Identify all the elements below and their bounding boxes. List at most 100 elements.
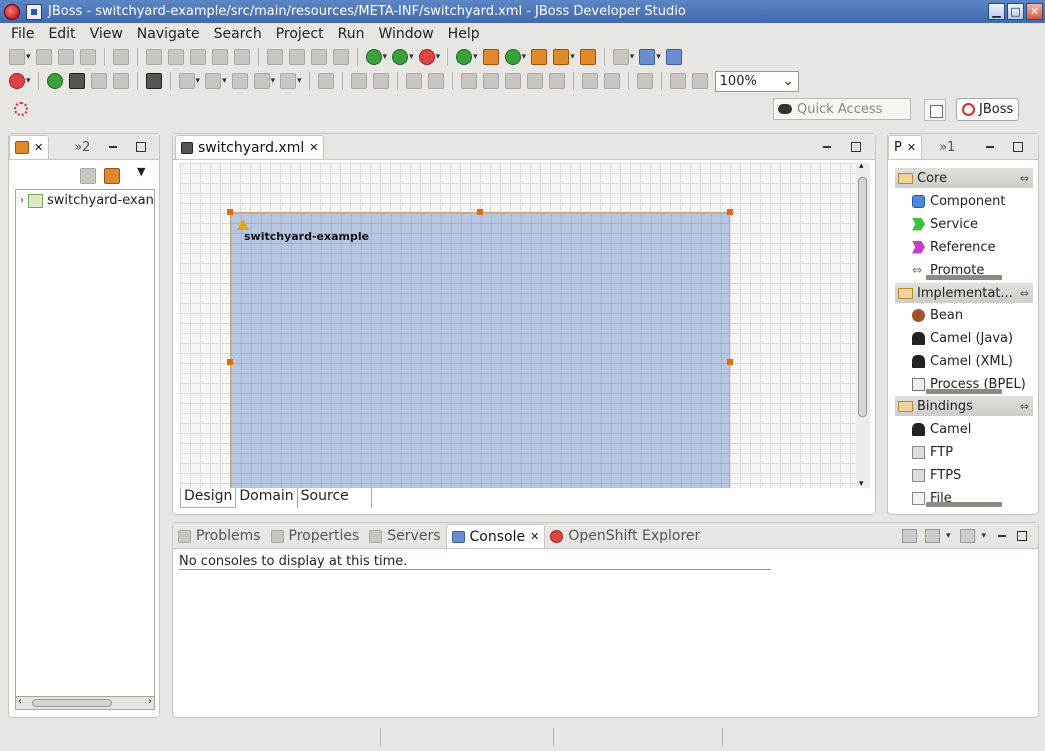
scrollbar-thumb[interactable] bbox=[32, 699, 112, 707]
tab-project-explorer[interactable]: ✕ bbox=[9, 135, 50, 159]
menu-navigate[interactable]: Navigate bbox=[130, 26, 207, 42]
palette-entry-ftps[interactable]: FTPS bbox=[912, 465, 961, 485]
expand-arrow-icon[interactable]: › bbox=[20, 195, 24, 206]
tab-source[interactable]: Source bbox=[298, 488, 372, 508]
debug-dropdown-icon[interactable]: ▾ bbox=[383, 52, 388, 62]
tab-overflow[interactable]: »1 bbox=[934, 135, 960, 159]
design-canvas[interactable]: switchyard-example bbox=[180, 163, 856, 488]
plugin-dropdown-icon[interactable]: ▾ bbox=[570, 52, 575, 62]
align-icon[interactable] bbox=[145, 49, 162, 65]
drawer-core[interactable]: Core ⇔ bbox=[895, 168, 1033, 188]
back-dropdown-icon[interactable]: ▾ bbox=[271, 76, 276, 86]
last-edit-icon[interactable] bbox=[231, 73, 248, 89]
toggle-icon[interactable] bbox=[233, 49, 250, 65]
composite-label[interactable]: switchyard-example bbox=[244, 230, 369, 243]
maximize-icon[interactable] bbox=[135, 141, 147, 153]
mobile-preview-icon[interactable] bbox=[145, 73, 162, 89]
drawer-bindings[interactable]: Bindings ⇔ bbox=[895, 396, 1033, 416]
align-right-icon[interactable] bbox=[504, 73, 521, 89]
magnet-icon[interactable] bbox=[9, 73, 25, 89]
maximize-icon[interactable] bbox=[850, 141, 862, 153]
debug-server-icon[interactable] bbox=[68, 73, 85, 89]
forward-icon[interactable] bbox=[280, 73, 297, 89]
minimize-icon[interactable] bbox=[984, 141, 996, 153]
tab-properties[interactable]: Properties bbox=[266, 524, 365, 548]
maximize-icon[interactable] bbox=[1016, 530, 1028, 542]
magnet-dropdown-icon[interactable]: ▾ bbox=[26, 76, 31, 86]
scroll-right-icon[interactable]: › bbox=[148, 696, 152, 707]
next-annotation-icon[interactable] bbox=[178, 73, 195, 89]
external-tools-icon[interactable] bbox=[418, 49, 435, 65]
resize-handle[interactable] bbox=[227, 209, 233, 215]
cdi-icon[interactable] bbox=[639, 49, 656, 65]
scroll-left-icon[interactable]: ‹ bbox=[18, 696, 22, 707]
deploy-icon[interactable] bbox=[112, 49, 129, 65]
print-icon[interactable] bbox=[79, 49, 96, 65]
pin-editor-icon[interactable] bbox=[317, 73, 334, 89]
undo-icon[interactable] bbox=[189, 49, 206, 65]
open-type-icon[interactable] bbox=[531, 49, 548, 65]
next-annotation-dropdown-icon[interactable]: ▾ bbox=[196, 76, 201, 86]
copy-icon[interactable] bbox=[405, 73, 422, 89]
close-icon[interactable]: ✕ bbox=[309, 141, 318, 154]
external-tools-dropdown-icon[interactable]: ▾ bbox=[436, 52, 441, 62]
previous-annotation-dropdown-icon[interactable]: ▾ bbox=[222, 76, 227, 86]
tab-servers[interactable]: Servers bbox=[364, 524, 445, 548]
composite-box[interactable] bbox=[230, 212, 730, 488]
resize-handle[interactable] bbox=[727, 359, 733, 365]
new-icon[interactable] bbox=[9, 49, 25, 65]
menu-run[interactable]: Run bbox=[331, 26, 372, 42]
start-server-icon[interactable] bbox=[46, 73, 63, 89]
resize-handle[interactable] bbox=[227, 359, 233, 365]
wizard-icon[interactable] bbox=[612, 49, 629, 65]
wizard-dropdown-icon[interactable]: ▾ bbox=[630, 52, 635, 62]
menu-edit[interactable]: Edit bbox=[41, 26, 82, 42]
new-dropdown-icon[interactable]: ▾ bbox=[26, 52, 31, 62]
plugin-icon[interactable] bbox=[553, 49, 570, 65]
resume-icon[interactable] bbox=[266, 49, 283, 65]
quick-access-input[interactable]: Quick Access bbox=[773, 98, 911, 120]
align-center-icon[interactable] bbox=[482, 73, 499, 89]
suspend-icon[interactable] bbox=[288, 49, 305, 65]
pin-console-icon[interactable] bbox=[901, 529, 917, 543]
menu-project[interactable]: Project bbox=[269, 26, 331, 42]
tab-palette[interactable]: P ✕ bbox=[888, 135, 923, 159]
tab-console[interactable]: Console ✕ bbox=[445, 524, 546, 548]
match-width-icon[interactable] bbox=[167, 49, 184, 65]
save-all-icon[interactable] bbox=[57, 49, 74, 65]
drawer-pin-icon[interactable]: ⇔ bbox=[1020, 287, 1029, 300]
resize-handle[interactable] bbox=[727, 209, 733, 215]
close-icon[interactable]: ✕ bbox=[530, 530, 539, 543]
run-icon[interactable] bbox=[392, 49, 409, 65]
tab-domain[interactable]: Domain bbox=[236, 488, 298, 508]
publish-icon[interactable] bbox=[112, 73, 129, 89]
window-menu-icon[interactable] bbox=[26, 3, 42, 20]
back-icon[interactable] bbox=[253, 73, 270, 89]
paste-icon[interactable] bbox=[427, 73, 444, 89]
open-console-dropdown-icon[interactable]: ▾ bbox=[981, 531, 986, 541]
web-browser-icon[interactable] bbox=[665, 49, 682, 65]
tab-overflow[interactable]: »2 bbox=[69, 135, 95, 159]
menu-window[interactable]: Window bbox=[371, 26, 440, 42]
align-top-icon[interactable] bbox=[526, 73, 543, 89]
stop-server-icon[interactable] bbox=[90, 73, 107, 89]
align-left-icon[interactable] bbox=[460, 73, 477, 89]
maximize-icon[interactable] bbox=[1012, 141, 1024, 153]
search-server-icon[interactable] bbox=[456, 49, 473, 65]
terminate-icon[interactable] bbox=[310, 49, 327, 65]
save-icon[interactable] bbox=[35, 49, 52, 65]
display-console-icon[interactable] bbox=[924, 529, 940, 543]
package-icon[interactable] bbox=[482, 49, 499, 65]
menu-help[interactable]: Help bbox=[441, 26, 487, 42]
menu-view[interactable]: View bbox=[83, 26, 130, 42]
close-icon[interactable]: ✕ bbox=[907, 141, 916, 154]
palette-entry-camel-java[interactable]: Camel (Java) bbox=[912, 328, 1013, 348]
drawer-implementations[interactable]: Implementat... ⇔ bbox=[895, 283, 1033, 303]
minimize-button[interactable]: ▁ bbox=[988, 3, 1005, 20]
refresh-server-dropdown-icon[interactable]: ▾ bbox=[522, 52, 527, 62]
close-icon[interactable]: ✕ bbox=[34, 141, 43, 154]
display-console-dropdown-icon[interactable]: ▾ bbox=[946, 531, 951, 541]
redo-icon[interactable] bbox=[211, 49, 228, 65]
redo-edit-icon[interactable] bbox=[372, 73, 389, 89]
jboss-app-icon[interactable] bbox=[4, 3, 20, 20]
